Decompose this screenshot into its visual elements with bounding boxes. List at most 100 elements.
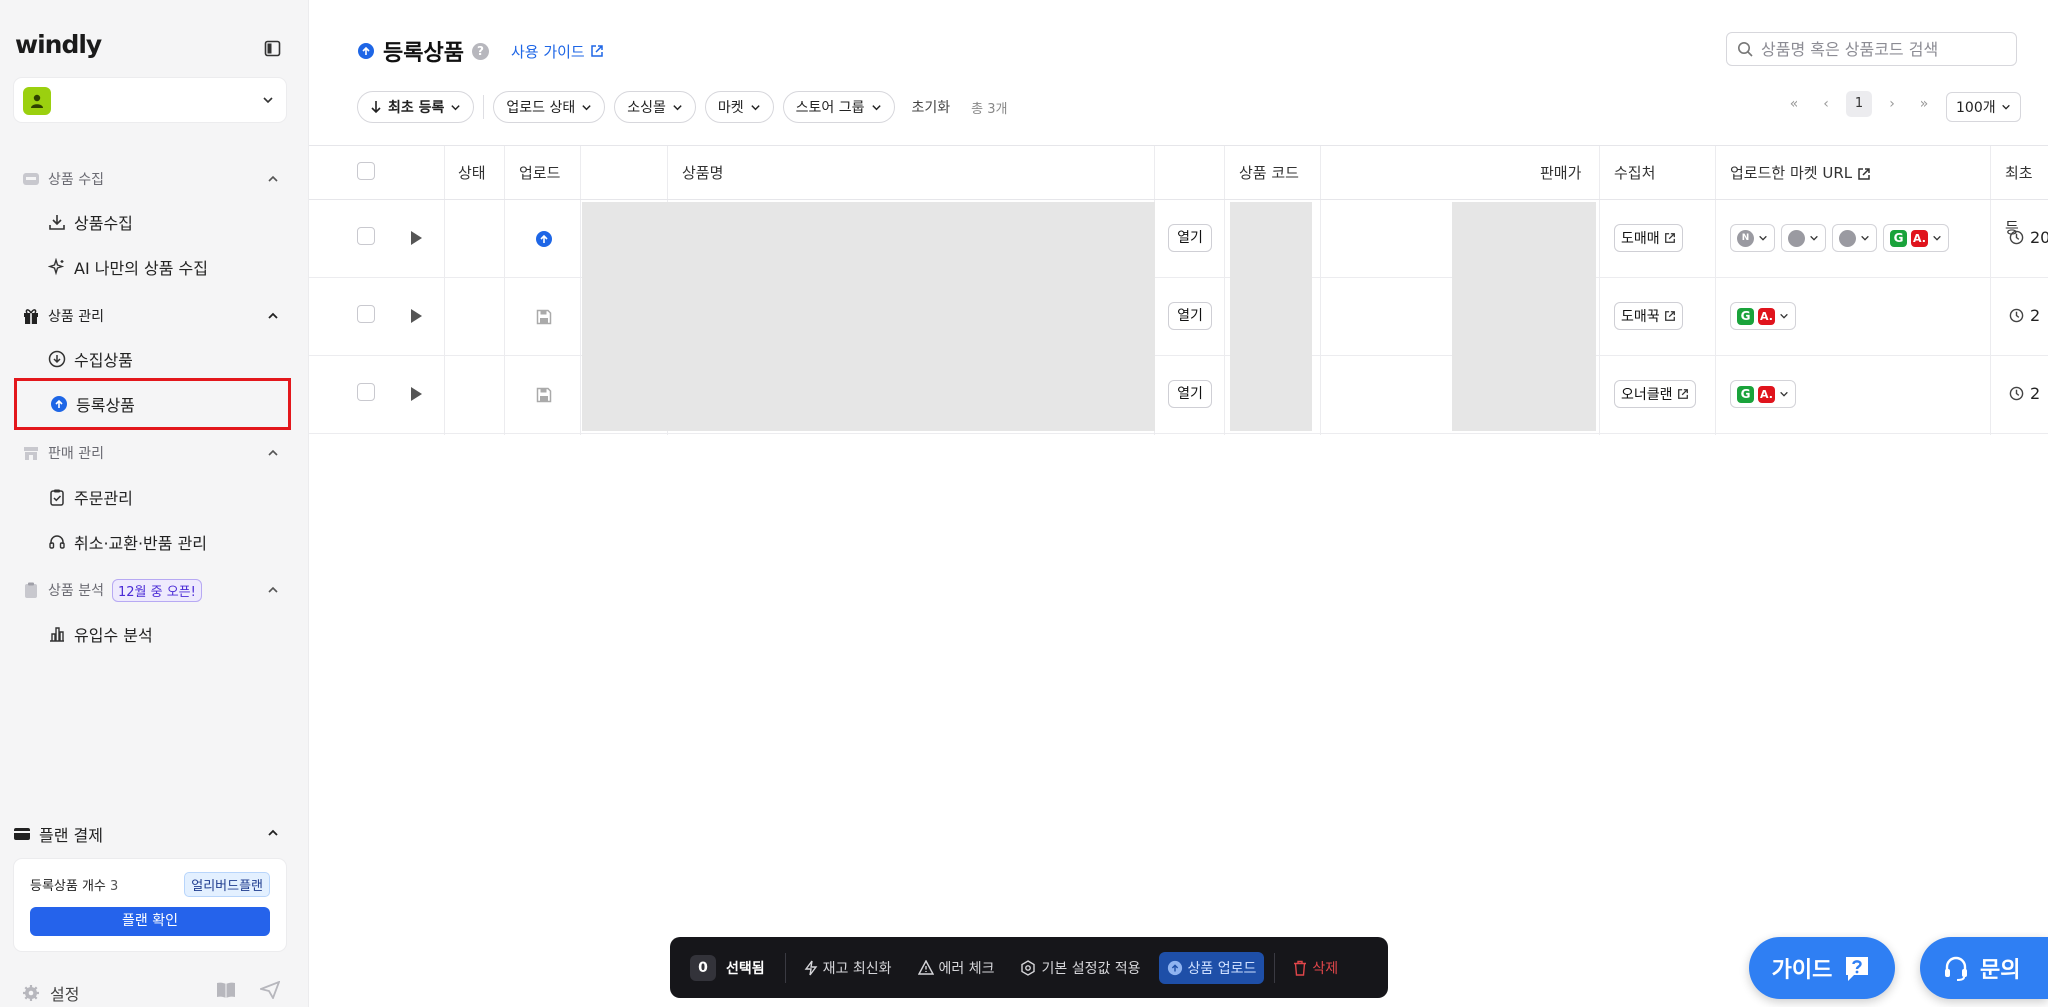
total-count: 총 3개 [971,101,1008,117]
table-row[interactable]: 열기 도매꾹 G A. 2 [309,277,2048,356]
apply-defaults-button[interactable]: 기본 설정값 적용 [1012,958,1148,978]
reset-filters-button[interactable]: 초기화 [912,97,951,117]
sidebar-item-label: 수집상품 [74,351,133,370]
market-links: G A. [1730,302,1796,330]
inquiry-label: 문의 [1980,958,2021,983]
last-page-icon[interactable]: » [1912,96,1936,112]
next-page-icon[interactable]: › [1880,96,1904,112]
coming-soon-badge: 12월 중 오픈! [111,578,202,602]
chevron-down-icon [1780,313,1788,319]
guide-floating-button[interactable]: 가이드 [1749,937,1895,999]
account-selector[interactable] [13,77,287,123]
chevron-down-icon [1780,391,1788,397]
filter-label: 스토어 그룹 [795,100,865,116]
open-button[interactable]: 열기 [1168,302,1212,330]
section-product-manage[interactable]: 상품 관리 [22,304,104,328]
product-image-placeholder [582,202,1155,278]
table-row[interactable]: 열기 도매매 N G A. 20 [309,200,2048,278]
upload-status-filter[interactable]: 업로드 상태 [493,91,606,123]
settings-link[interactable]: 설정 [22,981,79,1005]
market-gmarket-auction-dropdown[interactable]: G A. [1730,380,1796,408]
search-input[interactable] [1761,39,2001,59]
select-all-checkbox[interactable] [357,162,375,180]
market-filter[interactable]: 마켓 [704,91,774,123]
plan-check-button[interactable]: 플랜 확인 [30,907,270,936]
market-links: G A. [1730,380,1796,408]
row-checkbox[interactable] [357,305,375,323]
expand-row-icon[interactable] [409,230,423,246]
header-upload[interactable]: 업로드 [519,146,560,201]
sidebar-item-orders[interactable]: 주문관리 [48,485,133,509]
source-link[interactable]: 도매매 [1614,224,1683,252]
usage-guide-link[interactable]: 사용 가이드 [511,41,604,62]
expand-row-icon[interactable] [409,386,423,402]
prev-page-icon[interactable]: ‹ [1814,96,1838,112]
help-icon[interactable]: ? [471,42,489,60]
sidebar-item-registered[interactable]: 등록상품 [14,378,291,430]
open-button[interactable]: 열기 [1168,380,1212,408]
external-link-icon [1677,389,1688,399]
header-product-name[interactable]: 상품명 [682,146,723,201]
source-link[interactable]: 오너클랜 [1614,380,1696,408]
usage-guide-label: 사용 가이드 [510,42,585,61]
section-sales-manage[interactable]: 판매 관리 [22,441,104,465]
refresh-stock-button[interactable]: 재고 최신화 [796,958,900,978]
send-icon[interactable] [260,981,280,999]
header-price[interactable]: 판매가 [1540,146,1581,201]
upload-products-button[interactable]: 상품 업로드 [1158,951,1265,984]
market-naver-dropdown[interactable]: N [1730,224,1775,252]
header-status[interactable]: 상태 [458,146,486,201]
search-box[interactable] [1726,32,2017,66]
app-logo[interactable]: windly [15,30,102,59]
first-registered-date: 20 [2009,228,2048,247]
chevron-up-icon[interactable] [266,309,280,323]
gift-icon [24,309,38,324]
section-product-analysis[interactable]: 상품 분석 12월 중 오픈! [22,578,202,602]
chevron-up-icon[interactable] [266,172,280,186]
app-window: windly 상품 수집 상품수집 AI 나만의 상품 수집 상품 관리 수집상… [0,0,2048,1007]
chevron-up-icon[interactable] [266,583,280,597]
delete-button[interactable]: 삭제 [1285,958,1346,978]
error-check-button[interactable]: 에러 체크 [910,958,1003,978]
plan-section-header[interactable]: 플랜 결제 [13,822,103,846]
sidebar-item-returns[interactable]: 취소·교환·반품 관리 [48,530,207,554]
sidebar-item-ai-collect[interactable]: AI 나만의 상품 수집 [48,255,208,279]
market-links: N G A. [1730,224,1949,252]
market-smartstore-dropdown[interactable] [1781,224,1826,252]
table-row[interactable]: 열기 오너클랜 G A. 2 [309,355,2048,434]
sort-dropdown[interactable]: 최초 등록 [357,91,475,123]
trash-icon [1294,960,1307,976]
per-page-value: 100개 [1956,100,1996,116]
chevron-up-icon[interactable] [266,446,280,460]
sidebar-item-label: 등록상품 [76,396,135,415]
open-button[interactable]: 열기 [1168,224,1212,252]
header-market-url[interactable]: 업로드한 마켓 URL [1730,146,1871,201]
chevron-down-icon [871,104,881,110]
book-icon[interactable] [216,981,236,999]
inquiry-floating-button[interactable]: 문의 [1920,937,2048,999]
first-page-icon[interactable]: « [1782,96,1806,112]
per-page-select[interactable]: 100개 [1946,92,2021,122]
row-checkbox[interactable] [357,383,375,401]
chevron-up-icon[interactable] [266,826,280,840]
clock-icon [2009,386,2024,401]
market-gmarket-auction-dropdown[interactable]: G A. [1730,302,1796,330]
source-link[interactable]: 도매꾹 [1614,302,1683,330]
sidebar-collapse-icon[interactable] [264,40,281,57]
sourcing-mall-filter[interactable]: 소싱몰 [614,91,696,123]
header-first-registered[interactable]: 최초 등 [2005,146,2048,237]
header-source[interactable]: 수집처 [1614,146,1655,201]
warning-icon [917,960,934,975]
store-group-filter[interactable]: 스토어 그룹 [782,91,895,123]
market-gmarket-auction-dropdown[interactable]: G A. [1883,224,1949,252]
header-product-code[interactable]: 상품 코드 [1239,146,1299,201]
sidebar-item-traffic[interactable]: 유입수 분석 [48,622,153,646]
market-tobe-dropdown[interactable] [1832,224,1877,252]
chevron-down-icon [1810,235,1818,241]
expand-row-icon[interactable] [409,308,423,324]
row-checkbox[interactable] [357,227,375,245]
sidebar-item-collected[interactable]: 수집상품 [48,347,133,371]
sidebar-item-collect[interactable]: 상품수집 [48,210,133,234]
section-product-collect[interactable]: 상품 수집 [22,167,104,191]
current-page[interactable]: 1 [1846,91,1872,117]
